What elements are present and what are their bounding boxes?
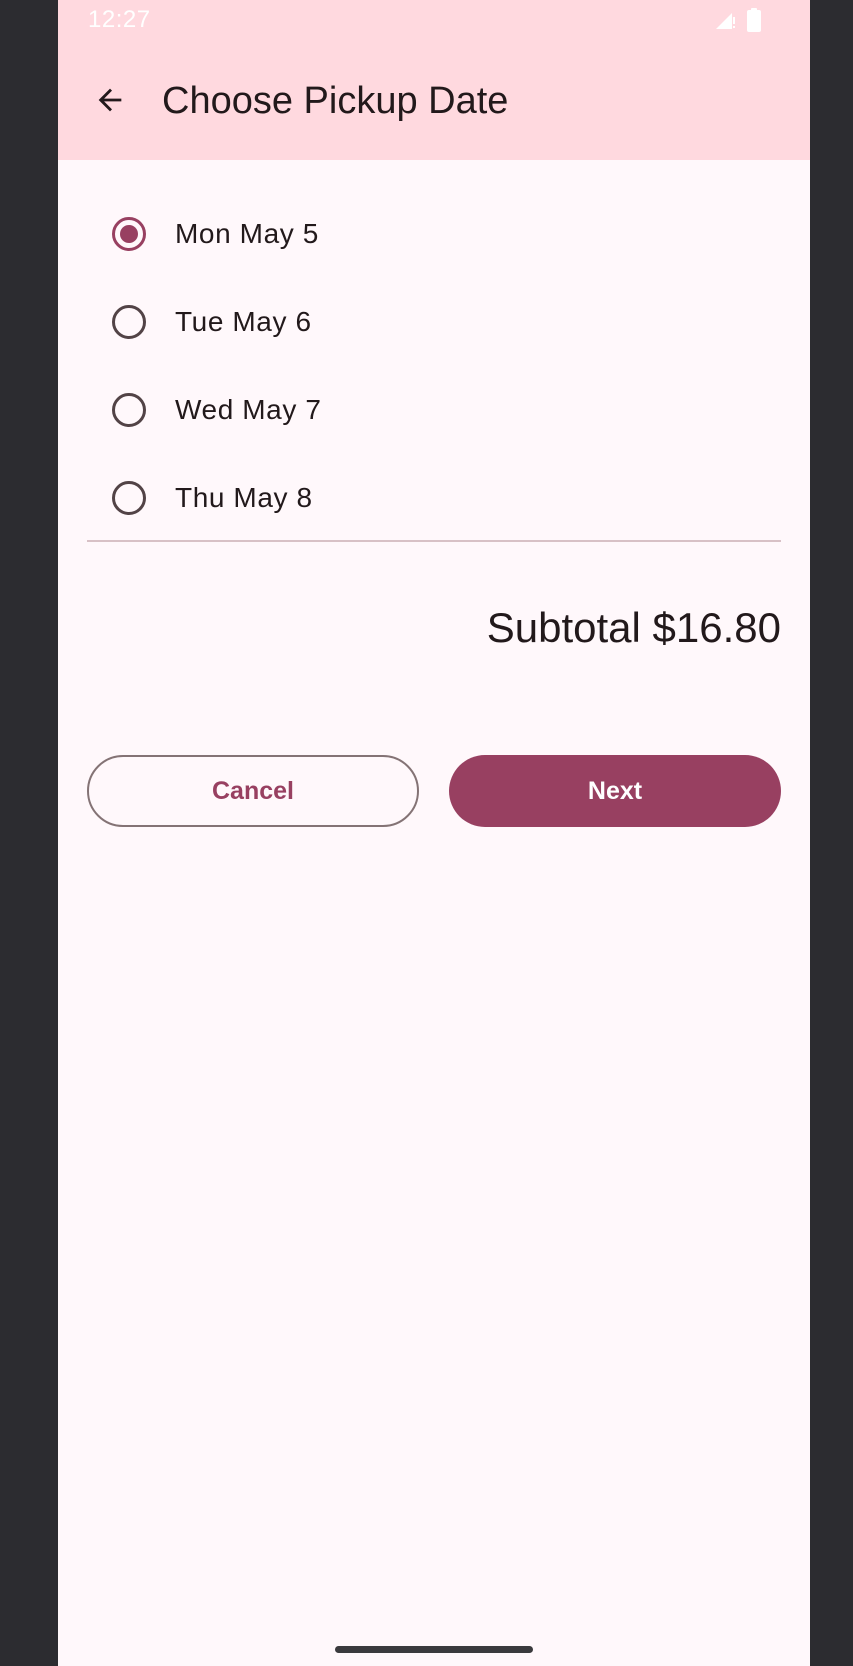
app-screen: 12:27 Choose Pickup Date Mon May 5 Tue M… — [58, 0, 810, 1666]
radio-button-selected[interactable] — [112, 217, 146, 251]
page-title: Choose Pickup Date — [162, 80, 509, 122]
divider — [87, 540, 781, 542]
top-app-bar: 12:27 Choose Pickup Date — [58, 0, 810, 160]
arrow-back-icon — [93, 83, 127, 122]
radio-dot — [120, 225, 138, 243]
radio-button[interactable] — [112, 393, 146, 427]
pickup-option-mon-may-5[interactable]: Mon May 5 — [58, 190, 810, 278]
pickup-date-radio-group: Mon May 5 Tue May 6 Wed May 7 Thu May 8 — [58, 190, 810, 542]
status-icons — [714, 8, 762, 37]
next-button[interactable]: Next — [449, 755, 781, 827]
pickup-option-label: Wed May 7 — [175, 394, 322, 425]
pickup-option-wed-may-7[interactable]: Wed May 7 — [58, 366, 810, 454]
status-time: 12:27 — [88, 6, 151, 33]
pickup-option-label: Thu May 8 — [175, 482, 313, 513]
cancel-button[interactable]: Cancel — [87, 755, 419, 827]
radio-button[interactable] — [112, 305, 146, 339]
pickup-option-thu-may-8[interactable]: Thu May 8 — [58, 454, 810, 542]
pickup-option-label: Tue May 6 — [175, 306, 312, 337]
back-button[interactable] — [80, 72, 140, 132]
signal-icon — [714, 9, 736, 36]
home-indicator[interactable] — [335, 1646, 533, 1653]
radio-button[interactable] — [112, 481, 146, 515]
battery-icon — [746, 8, 762, 37]
pickup-option-tue-may-6[interactable]: Tue May 6 — [58, 278, 810, 366]
subtotal-text: Subtotal $16.80 — [486, 604, 781, 651]
pickup-option-label: Mon May 5 — [175, 218, 319, 249]
